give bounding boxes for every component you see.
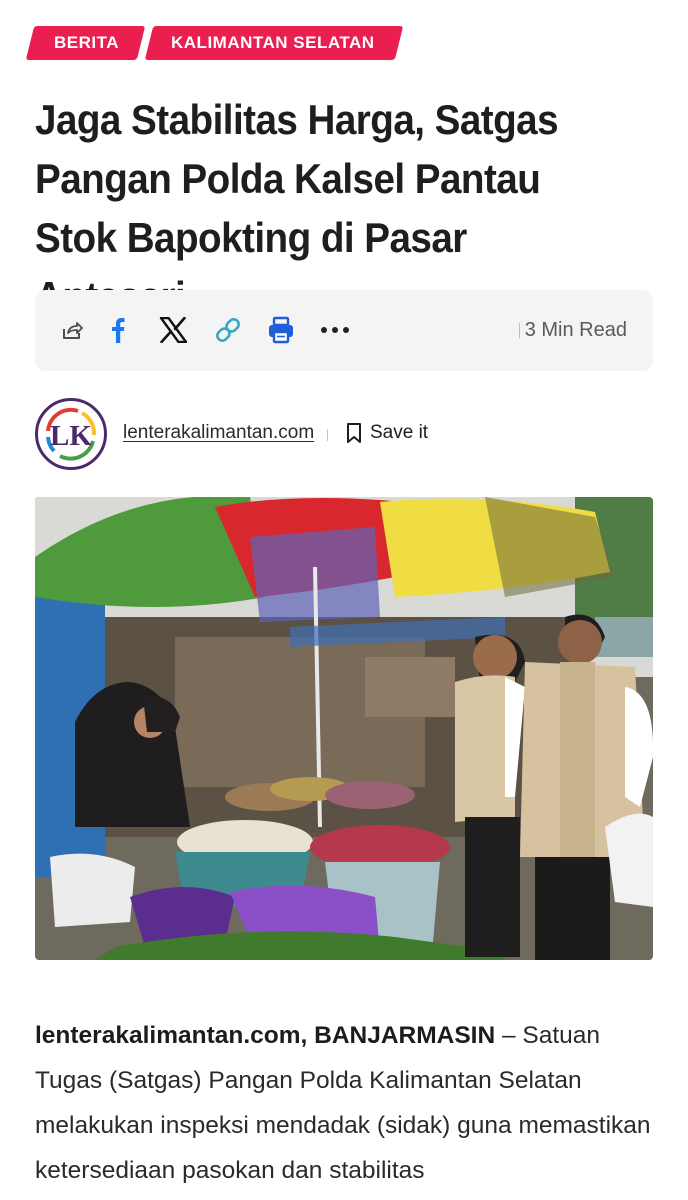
- lentera-logo: LK: [41, 404, 101, 464]
- bookmark-icon: [347, 423, 361, 443]
- article-lead: lenterakalimantan.com, BANJARMASIN – Sat…: [35, 1013, 655, 1193]
- share-icon: [63, 322, 83, 339]
- copy-link-button[interactable]: [210, 312, 246, 348]
- category-tag-label: KALIMANTAN SELATAN: [171, 33, 375, 52]
- category-tag-berita[interactable]: BERITA: [25, 26, 146, 60]
- share-bar: 3 Min Read: [35, 290, 653, 371]
- facebook-icon: [112, 318, 125, 343]
- dateline: lenterakalimantan.com, BANJARMASIN: [35, 1022, 496, 1049]
- save-button[interactable]: Save it: [346, 420, 428, 446]
- x-icon: [159, 317, 187, 343]
- more-icon: [321, 327, 349, 333]
- category-tag-label: BERITA: [54, 33, 120, 52]
- author-row: LK lenterakalimantan.com Save it: [35, 398, 653, 470]
- print-button[interactable]: [263, 312, 299, 348]
- author-link[interactable]: lenterakalimantan.com: [123, 422, 314, 444]
- avatar-initials: LK: [50, 420, 92, 452]
- x-share-button[interactable]: [155, 312, 191, 348]
- save-label: Save it: [370, 422, 429, 443]
- read-time: 3 Min Read: [524, 319, 627, 341]
- featured-image[interactable]: [35, 497, 653, 960]
- market-photo: [35, 497, 653, 960]
- link-icon: [216, 318, 240, 342]
- print-icon: [269, 316, 293, 344]
- author-divider: [327, 429, 328, 441]
- category-tag-kalimantan-selatan[interactable]: KALIMANTAN SELATAN: [144, 26, 403, 60]
- more-options-button[interactable]: [317, 312, 353, 348]
- share-divider: [519, 323, 520, 338]
- share-button[interactable]: [54, 312, 90, 348]
- author-avatar[interactable]: LK: [35, 398, 107, 470]
- category-tags: BERITA KALIMANTAN SELATAN: [25, 26, 403, 60]
- facebook-share-button[interactable]: [101, 312, 137, 348]
